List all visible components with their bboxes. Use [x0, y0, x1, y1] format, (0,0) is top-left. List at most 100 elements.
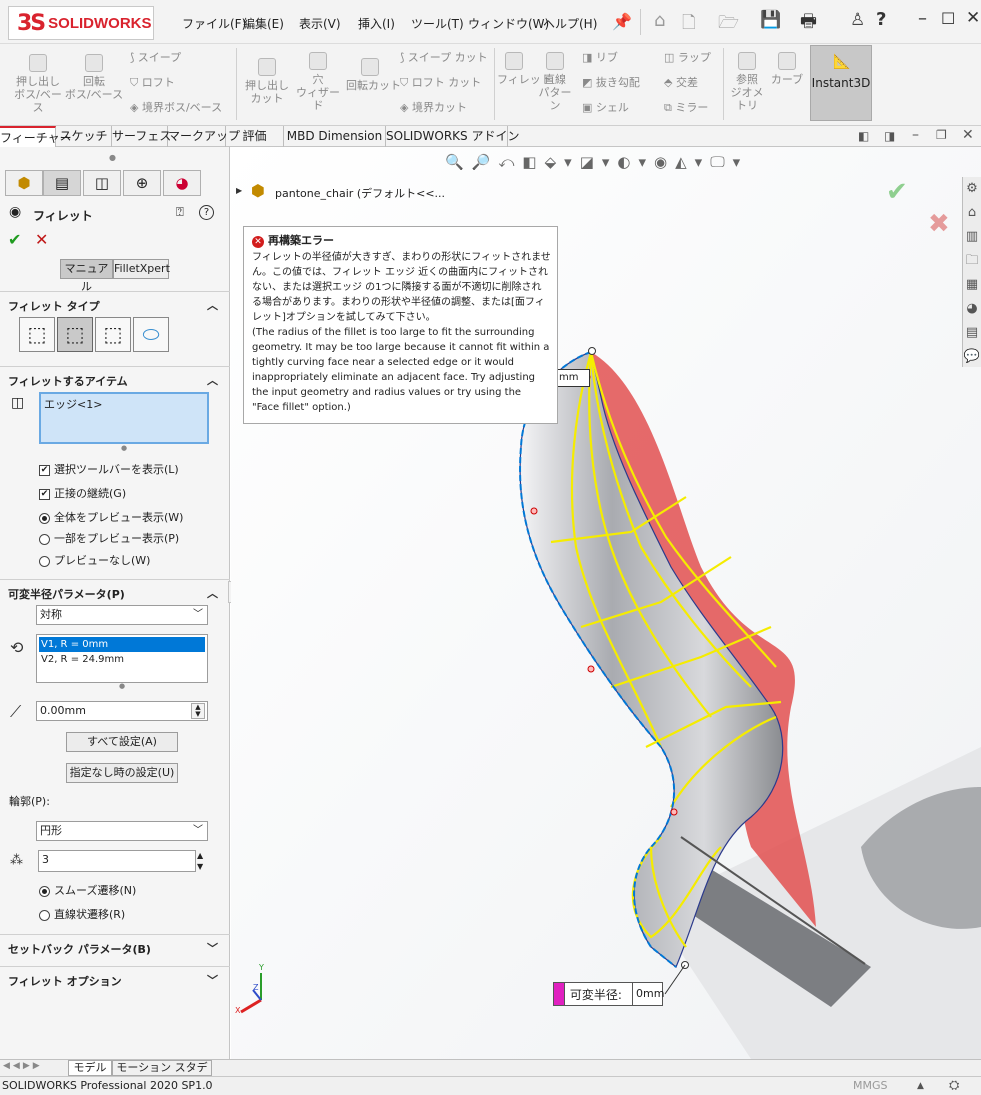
tab-surfaces[interactable]: サーフェス — [112, 126, 171, 147]
custom-properties-icon[interactable]: ▤ — [963, 321, 981, 345]
tab-scroll-arrows-icon[interactable]: ◀◀▶▶ — [3, 1061, 43, 1071]
tab-features[interactable]: フィーチャー — [0, 126, 72, 147]
resize-grip[interactable]: ● — [121, 444, 127, 452]
radius-input[interactable]: 0.00mm ▲ ▼ — [36, 701, 208, 721]
symmetric-select[interactable]: 対称 ﹀ — [36, 605, 208, 625]
hide-show-icon[interactable]: ◐▾ — [617, 153, 654, 171]
collapse-left-icon[interactable]: ◧ — [858, 129, 869, 143]
straight-transition-radio[interactable]: 直線状遷移(R) — [39, 906, 125, 922]
menu-window[interactable]: ウィンドウ(W) — [468, 15, 549, 32]
confirm-ok-icon[interactable]: ✔ — [886, 177, 908, 207]
display-manager-tab-icon[interactable]: ◕ — [163, 170, 201, 196]
zoom-to-fit-icon[interactable]: 🔍 — [445, 153, 472, 171]
menu-help[interactable]: ヘルプ(H) — [543, 15, 597, 32]
tab-evaluate[interactable]: 評価 — [226, 126, 284, 147]
smooth-transition-radio[interactable]: スムーズ遷移(N) — [39, 882, 136, 898]
tab-addins[interactable]: SOLIDWORKS アドイン — [386, 126, 519, 147]
face-fillet-icon[interactable]: ⬚ — [95, 317, 131, 352]
menu-tools[interactable]: ツール(T) — [411, 15, 464, 32]
boundary-cut-button[interactable]: ◈ 境界カット — [400, 101, 467, 114]
solidworks-resources-icon[interactable]: ⚙ — [963, 177, 981, 201]
tab-mbd-dimension[interactable]: MBD Dimension — [284, 126, 386, 147]
constant-fillet-icon[interactable]: ⬚ — [19, 317, 55, 352]
file-explorer-icon[interactable]: 🗀 — [963, 249, 981, 273]
zoom-area-icon[interactable]: 🔎 — [472, 153, 499, 171]
appearances-icon[interactable]: ◕ — [963, 297, 981, 321]
control-point[interactable] — [587, 665, 595, 673]
instances-input[interactable]: 3 — [38, 850, 196, 872]
instances-spinner-icon[interactable]: ▲ ▼ — [197, 850, 203, 872]
cancel-x-icon[interactable]: ✕ — [35, 230, 48, 249]
panel-grip[interactable]: ● — [109, 153, 116, 162]
tangent-propagation-checkbox[interactable]: ✔ 正接の継続(G) — [39, 485, 126, 501]
menu-file[interactable]: ファイル(F) — [182, 15, 246, 32]
mirror-button[interactable]: ⧉ ミラー — [664, 101, 708, 114]
vertex-v1[interactable] — [588, 347, 596, 355]
heads-up-view-toolbar[interactable]: 🔍🔎⤺◧⬙▾◪▾◐▾◉◭▾🖵▾ — [445, 153, 748, 171]
view-palette-icon[interactable]: ▦ — [963, 273, 981, 297]
ref-geometry-button[interactable]: 参照 ジオメトリ — [727, 52, 767, 112]
feature-manager-tab-icon[interactable]: ⬢ — [5, 170, 43, 196]
sweep-button[interactable]: ⟆ スイープ — [130, 51, 181, 64]
draft-button[interactable]: ◩ 抜き勾配 — [582, 76, 640, 89]
menu-view[interactable]: 表示(V) — [299, 15, 341, 32]
shell-button[interactable]: ▣ シェル — [582, 101, 629, 114]
loft-button[interactable]: ⛉ ロフト — [130, 76, 175, 89]
units-indicator[interactable]: MMGS — [853, 1077, 888, 1095]
view-orientation-icon[interactable]: ⬙▾ — [545, 153, 580, 171]
rebuild-status-icon[interactable]: ⛭ — [949, 1077, 959, 1095]
vertex-list[interactable]: V1, R = 0mm V2, R = 24.9mm — [36, 634, 208, 683]
tab-motion-study[interactable]: モーション スタディ 1 — [112, 1060, 212, 1088]
home-pane-icon[interactable]: ⌂ — [963, 201, 981, 225]
close-icon[interactable]: ✕ — [966, 8, 980, 28]
confirm-cancel-icon[interactable]: ✖ — [928, 209, 950, 239]
ok-check-icon[interactable]: ✔ — [8, 230, 21, 249]
minimize-icon[interactable]: – — [918, 8, 927, 29]
edge-item[interactable]: エッジ<1> — [44, 398, 102, 411]
collapse-right-icon[interactable]: ◨ — [884, 129, 895, 143]
spinner-icon[interactable]: ▲ ▼ — [191, 703, 205, 719]
section-fillet-type[interactable]: フィレット タイプ ︿ — [0, 291, 230, 315]
property-manager-tab-icon[interactable]: ▤ — [43, 170, 81, 196]
revolve-boss-button[interactable]: 回転 ボス/ベース — [64, 54, 124, 101]
profile-select[interactable]: 円形 ﹀ — [36, 821, 208, 841]
tab-model[interactable]: モデル — [68, 1060, 112, 1076]
control-point[interactable] — [670, 808, 678, 816]
doc-restore-icon[interactable]: ❐ — [936, 128, 947, 142]
menu-insert[interactable]: 挿入(I) — [358, 15, 395, 32]
new-document-icon[interactable]: 🗋 — [682, 10, 696, 39]
maximize-icon[interactable]: ☐ — [941, 9, 955, 28]
curves-button[interactable]: カーブ — [770, 52, 804, 86]
caret-up-icon[interactable]: ▲ — [917, 1077, 924, 1095]
edit-appearance-icon[interactable]: ◉ — [654, 153, 675, 171]
full-round-fillet-icon[interactable]: ⬭ — [133, 317, 169, 352]
view-settings-icon[interactable]: 🖵▾ — [710, 153, 748, 171]
set-unassigned-button[interactable]: 指定なし時の設定(U) — [66, 763, 178, 783]
previous-view-icon[interactable]: ⤺ — [498, 153, 522, 171]
partial-preview-radio[interactable]: 一部をプレビュー表示(P) — [39, 530, 179, 546]
edge-selection-box[interactable]: エッジ<1> — [39, 392, 209, 444]
help-circle-icon[interactable]: ? — [199, 205, 214, 220]
boundary-boss-button[interactable]: ◈ 境界ボス/ベース — [130, 101, 222, 114]
doc-close-icon[interactable]: ✕ — [962, 127, 974, 143]
scene-icon[interactable]: ◭▾ — [675, 153, 710, 171]
tab-sketch[interactable]: スケッチ — [56, 126, 112, 147]
hole-wizard-button[interactable]: 穴 ウィザード — [294, 52, 342, 112]
section-items-to-fillet[interactable]: フィレットするアイテム ︿ — [0, 366, 230, 390]
wrap-button[interactable]: ◫ ラップ — [664, 51, 711, 64]
extrude-cut-button[interactable]: 押し出し カット — [243, 58, 291, 105]
dimxpert-tab-icon[interactable]: ⊕ — [123, 170, 161, 196]
section-view-icon[interactable]: ◧ — [522, 153, 544, 171]
design-library-icon[interactable]: ▥ — [963, 225, 981, 249]
section-variable-radius[interactable]: 可変半径パラメータ(P) ︿ — [0, 579, 230, 603]
help-icon[interactable]: ? — [876, 9, 886, 30]
menu-edit[interactable]: 編集(E) — [243, 15, 284, 32]
fillet-button[interactable]: フィレット — [497, 52, 552, 86]
open-icon[interactable]: 🗁 — [718, 10, 739, 39]
print-icon[interactable]: 🖶 — [800, 9, 817, 39]
section-setback[interactable]: セットバック パラメータ(B) ﹀ — [0, 934, 230, 958]
vertex-item-v1[interactable]: V1, R = 0mm — [39, 637, 205, 652]
resize-grip[interactable]: ● — [119, 682, 125, 690]
save-icon[interactable]: 💾 — [760, 10, 781, 30]
sweep-cut-button[interactable]: ⟆ スイープ カット — [400, 51, 488, 64]
